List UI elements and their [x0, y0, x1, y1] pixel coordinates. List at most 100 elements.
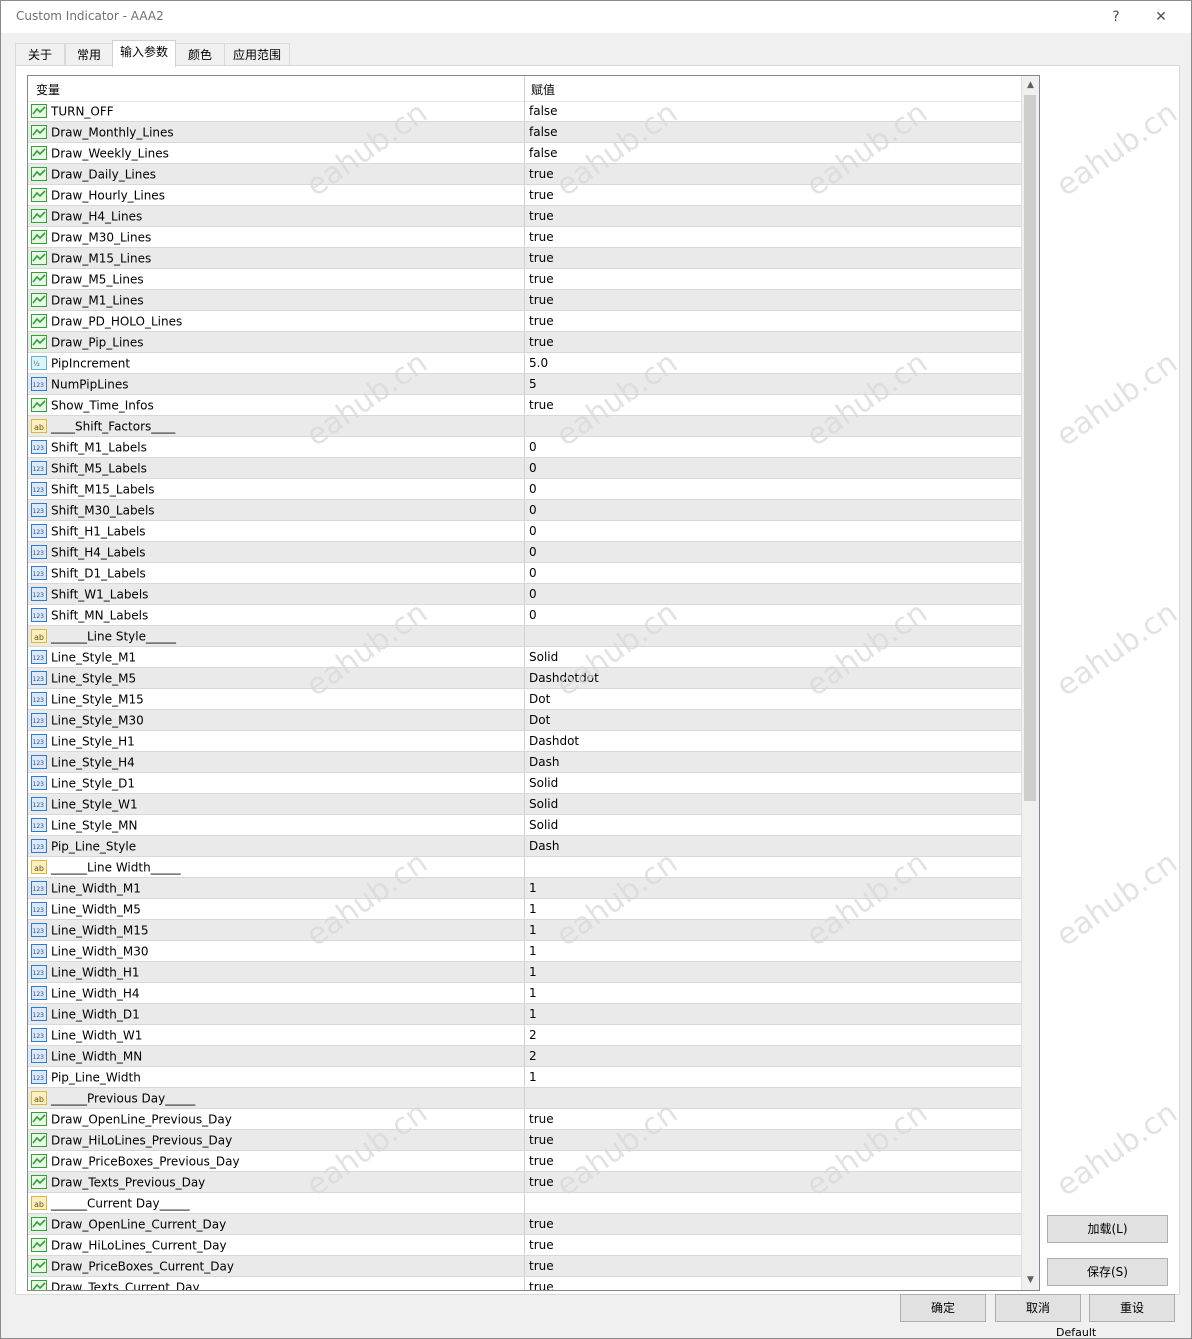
- param-value-cell[interactable]: Dash: [524, 752, 1019, 772]
- scroll-up-icon[interactable]: ▲: [1022, 77, 1039, 94]
- param-name-cell[interactable]: Draw_OpenLine_Previous_Day: [31, 1109, 521, 1129]
- param-name-cell[interactable]: Draw_M5_Lines: [31, 269, 521, 289]
- param-name-cell[interactable]: 123 Shift_M15_Labels: [31, 479, 521, 499]
- param-value-cell[interactable]: [524, 1088, 1019, 1108]
- param-name-cell[interactable]: 123 NumPipLines: [31, 374, 521, 394]
- param-value-cell[interactable]: [524, 1193, 1019, 1213]
- param-value-cell[interactable]: 0: [524, 542, 1019, 562]
- param-name-cell[interactable]: Draw_M30_Lines: [31, 227, 521, 247]
- param-value-cell[interactable]: 1: [524, 1067, 1019, 1087]
- param-name-cell[interactable]: Draw_H4_Lines: [31, 206, 521, 226]
- param-value-cell[interactable]: 1: [524, 941, 1019, 961]
- param-value-cell[interactable]: 0: [524, 437, 1019, 457]
- param-value-cell[interactable]: 0: [524, 479, 1019, 499]
- param-name-cell[interactable]: 123 Shift_D1_Labels: [31, 563, 521, 583]
- table-row[interactable]: 123 Shift_W1_Labels 0: [28, 584, 1021, 605]
- param-value-cell[interactable]: Dot: [524, 689, 1019, 709]
- table-row[interactable]: 123 Line_Width_W1 2: [28, 1025, 1021, 1046]
- table-row[interactable]: 123 Line_Width_M1 1: [28, 878, 1021, 899]
- table-row[interactable]: ab ____Shift_Factors____: [28, 416, 1021, 437]
- param-name-cell[interactable]: 123 Line_Style_D1: [31, 773, 521, 793]
- param-name-cell[interactable]: 123 Line_Width_M30: [31, 941, 521, 961]
- param-name-cell[interactable]: 123 Shift_W1_Labels: [31, 584, 521, 604]
- param-name-cell[interactable]: 123 Line_Style_H1: [31, 731, 521, 751]
- param-name-cell[interactable]: 123 Line_Style_M30: [31, 710, 521, 730]
- param-value-cell[interactable]: false: [524, 143, 1019, 163]
- reset-button[interactable]: 重设: [1089, 1294, 1175, 1322]
- param-name-cell[interactable]: Draw_Texts_Current_Day: [31, 1277, 521, 1290]
- param-value-cell[interactable]: true: [524, 227, 1019, 247]
- table-row[interactable]: Draw_OpenLine_Current_Day true: [28, 1214, 1021, 1235]
- ok-button[interactable]: 确定: [900, 1294, 986, 1322]
- param-value-cell[interactable]: false: [524, 122, 1019, 142]
- table-row[interactable]: Draw_M1_Lines true: [28, 290, 1021, 311]
- table-row[interactable]: Draw_M5_Lines true: [28, 269, 1021, 290]
- save-button[interactable]: 保存(S): [1047, 1258, 1168, 1286]
- param-value-cell[interactable]: 1: [524, 899, 1019, 919]
- load-button[interactable]: 加载(L): [1047, 1215, 1168, 1243]
- param-value-cell[interactable]: true: [524, 1235, 1019, 1255]
- param-name-cell[interactable]: Draw_PriceBoxes_Previous_Day: [31, 1151, 521, 1171]
- param-name-cell[interactable]: ½ PipIncrement: [31, 353, 521, 373]
- param-name-cell[interactable]: 123 Line_Width_H4: [31, 983, 521, 1003]
- param-name-cell[interactable]: Draw_Pip_Lines: [31, 332, 521, 352]
- table-row[interactable]: 123 Shift_H1_Labels 0: [28, 521, 1021, 542]
- param-name-cell[interactable]: 123 Line_Width_M15: [31, 920, 521, 940]
- param-name-cell[interactable]: 123 Line_Style_H4: [31, 752, 521, 772]
- param-name-cell[interactable]: ab ______Previous Day_____: [31, 1088, 521, 1108]
- table-row[interactable]: Draw_Weekly_Lines false: [28, 143, 1021, 164]
- table-row[interactable]: Draw_PriceBoxes_Current_Day true: [28, 1256, 1021, 1277]
- column-divider[interactable]: [524, 76, 525, 101]
- table-row[interactable]: ab ______Previous Day_____: [28, 1088, 1021, 1109]
- tab-visualization[interactable]: 应用范围: [224, 43, 290, 66]
- param-value-cell[interactable]: 0: [524, 605, 1019, 625]
- table-row[interactable]: Draw_PriceBoxes_Previous_Day true: [28, 1151, 1021, 1172]
- table-row[interactable]: 123 Shift_M1_Labels 0: [28, 437, 1021, 458]
- table-row[interactable]: 123 Line_Width_M15 1: [28, 920, 1021, 941]
- param-name-cell[interactable]: Draw_HiLoLines_Current_Day: [31, 1235, 521, 1255]
- table-row[interactable]: 123 Shift_M5_Labels 0: [28, 458, 1021, 479]
- param-value-cell[interactable]: true: [524, 206, 1019, 226]
- param-value-cell[interactable]: Solid: [524, 773, 1019, 793]
- param-value-cell[interactable]: true: [524, 1172, 1019, 1192]
- param-name-cell[interactable]: Show_Time_Infos: [31, 395, 521, 415]
- table-row[interactable]: Draw_Pip_Lines true: [28, 332, 1021, 353]
- table-row[interactable]: Draw_Monthly_Lines false: [28, 122, 1021, 143]
- table-row[interactable]: 123 Pip_Line_Width 1: [28, 1067, 1021, 1088]
- table-row[interactable]: Show_Time_Infos true: [28, 395, 1021, 416]
- param-name-cell[interactable]: 123 Line_Width_D1: [31, 1004, 521, 1024]
- param-name-cell[interactable]: 123 Line_Style_MN: [31, 815, 521, 835]
- table-row[interactable]: 123 Line_Style_W1 Solid: [28, 794, 1021, 815]
- table-row[interactable]: Draw_Daily_Lines true: [28, 164, 1021, 185]
- table-row[interactable]: Draw_PD_HOLO_Lines true: [28, 311, 1021, 332]
- param-value-cell[interactable]: true: [524, 1130, 1019, 1150]
- param-name-cell[interactable]: 123 Shift_H4_Labels: [31, 542, 521, 562]
- table-row[interactable]: Draw_OpenLine_Previous_Day true: [28, 1109, 1021, 1130]
- table-row[interactable]: Draw_Texts_Current_Day true: [28, 1277, 1021, 1290]
- table-row[interactable]: 123 Line_Style_H4 Dash: [28, 752, 1021, 773]
- table-row[interactable]: 123 Line_Width_D1 1: [28, 1004, 1021, 1025]
- param-name-cell[interactable]: Draw_OpenLine_Current_Day: [31, 1214, 521, 1234]
- param-value-cell[interactable]: Dash: [524, 836, 1019, 856]
- param-value-cell[interactable]: Dashdot: [524, 731, 1019, 751]
- tab-common[interactable]: 常用: [65, 43, 113, 66]
- table-row[interactable]: 123 Line_Style_M15 Dot: [28, 689, 1021, 710]
- table-row[interactable]: 123 Line_Width_H1 1: [28, 962, 1021, 983]
- param-value-cell[interactable]: 2: [524, 1046, 1019, 1066]
- param-value-cell[interactable]: true: [524, 1277, 1019, 1290]
- param-name-cell[interactable]: 123 Line_Width_W1: [31, 1025, 521, 1045]
- table-row[interactable]: Draw_M15_Lines true: [28, 248, 1021, 269]
- table-row[interactable]: 123 Shift_M30_Labels 0: [28, 500, 1021, 521]
- param-name-cell[interactable]: ab ______Current Day_____: [31, 1193, 521, 1213]
- param-name-cell[interactable]: ab ______Line Style_____: [31, 626, 521, 646]
- param-name-cell[interactable]: 123 Line_Width_M5: [31, 899, 521, 919]
- table-row[interactable]: 123 Line_Width_M30 1: [28, 941, 1021, 962]
- param-name-cell[interactable]: Draw_PD_HOLO_Lines: [31, 311, 521, 331]
- param-value-cell[interactable]: [524, 416, 1019, 436]
- param-name-cell[interactable]: Draw_Texts_Previous_Day: [31, 1172, 521, 1192]
- param-value-cell[interactable]: true: [524, 1214, 1019, 1234]
- tab-about[interactable]: 关于: [15, 43, 65, 66]
- table-row[interactable]: 123 Line_Style_M5 Dashdotdot: [28, 668, 1021, 689]
- param-value-cell[interactable]: true: [524, 1256, 1019, 1276]
- param-name-cell[interactable]: 123 Line_Width_M1: [31, 878, 521, 898]
